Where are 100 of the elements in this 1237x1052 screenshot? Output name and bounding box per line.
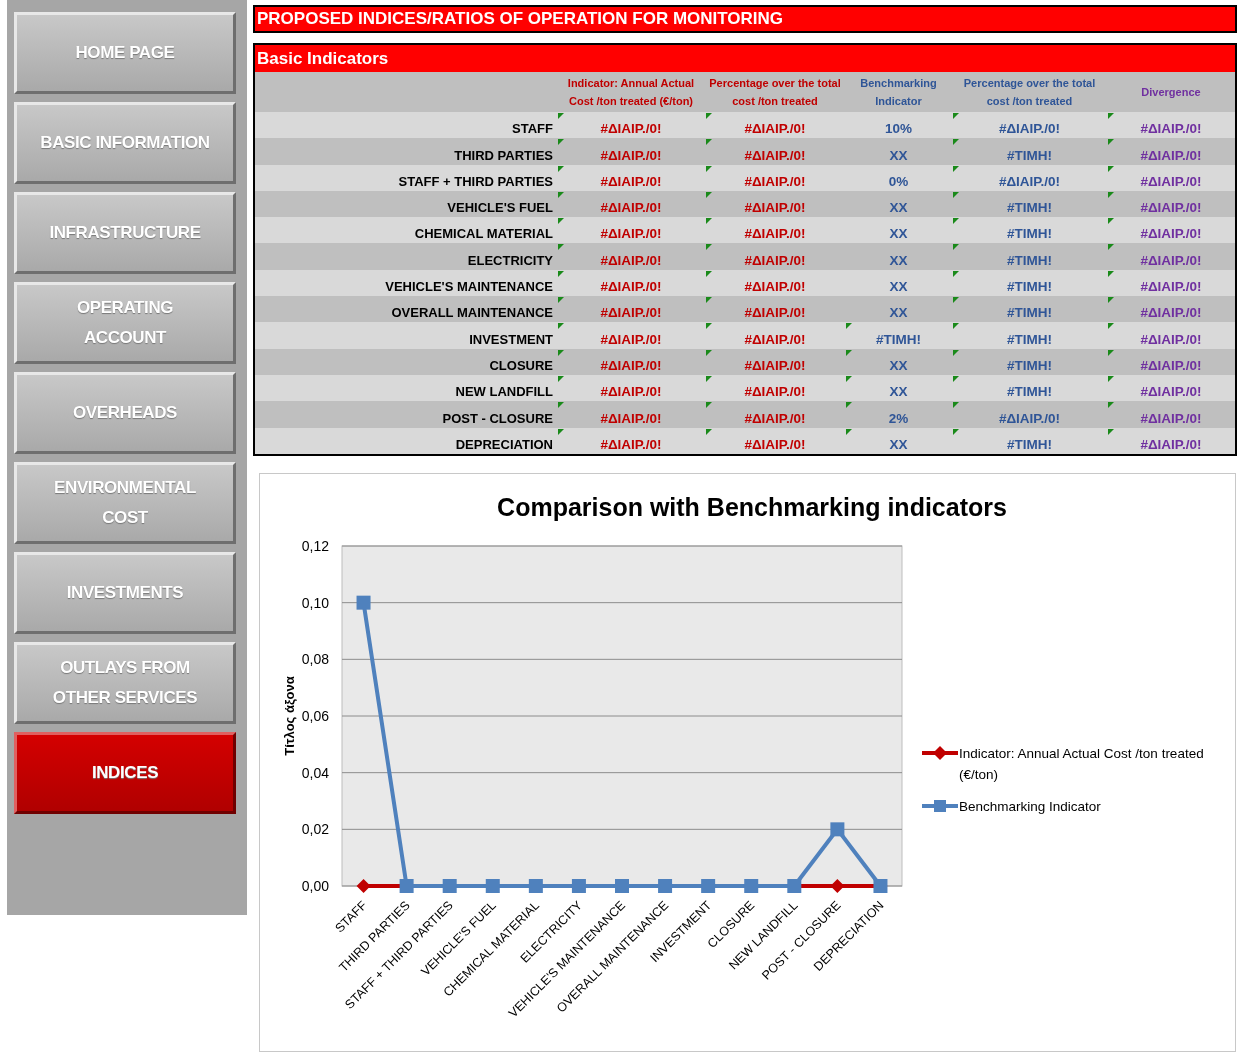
table-cell: #ΔΙΑΙΡ./0! [744, 384, 806, 400]
sheet-title: PROPOSED INDICES/RATIOS OF OPERATION FOR MONITORING [253, 5, 1237, 33]
table-cell: #ΔΙΑΙΡ./0! [600, 226, 662, 242]
y-tick-label: 0,06 [301, 707, 329, 724]
table-cell: #ΔΙΑΙΡ./0! [600, 121, 662, 137]
nav-button[interactable]: INFRASTRUCTURE [14, 192, 236, 274]
table-cell: #ΔΙΑΙΡ./0! [744, 357, 806, 373]
y-tick-label: 0,12 [301, 537, 329, 554]
table-cell: #ΔΙΑΙΡ./0! [744, 121, 806, 137]
row-label: NEW LANDFILL [455, 384, 553, 402]
table-cell: #ΔΙΑΙΡ./0! [1140, 173, 1202, 189]
table-cell: #ΔΙΑΙΡ./0! [1140, 305, 1202, 321]
table-cell: #TIMH! [1007, 357, 1052, 373]
table-cell: #ΔΙΑΙΡ./0! [600, 384, 662, 400]
nav-button[interactable]: OUTLAYS FROM OTHER SERVICES [14, 642, 236, 724]
nav-button[interactable]: HOME PAGE [14, 12, 236, 94]
nav-button[interactable]: ENVIRONMENTAL COST [14, 462, 236, 544]
row-label: CHEMICAL MATERIAL [414, 226, 553, 244]
column-header: Divergence [1140, 85, 1202, 100]
table-cell: 10% [885, 121, 912, 137]
table-cell: #TIMH! [1007, 436, 1052, 452]
y-axis-title: Τίτλος άξονα [282, 676, 297, 756]
y-tick-label: 0,04 [301, 764, 329, 781]
y-tick-label: 0,00 [301, 877, 329, 894]
nav-button[interactable]: OPERATING ACCOUNT [14, 282, 236, 364]
table-cell: XX [889, 436, 908, 452]
table-cell: #ΔΙΑΙΡ./0! [600, 305, 662, 321]
legend-label: Benchmarking Indicator [959, 797, 1102, 816]
table-cell: #ΔΙΑΙΡ./0! [600, 436, 662, 452]
row-label: VEHICLE'S FUEL [447, 200, 553, 218]
legend-label: Indicator: Annual Actual Cost /ton treated (€/ton) [959, 744, 1205, 784]
y-tick-label: 0,10 [301, 594, 329, 611]
row-label: VEHICLE'S MAINTENANCE [385, 279, 553, 297]
nav-button[interactable]: BASIC INFORMATION [14, 102, 236, 184]
row-label: INVESTMENT [469, 331, 553, 349]
table-cell: XX [889, 252, 908, 268]
table-cell: #ΔΙΑΙΡ./0! [744, 279, 806, 295]
table-cell: #ΔΙΑΙΡ./0! [1140, 121, 1202, 137]
table-cell: #ΔΙΑΙΡ./0! [600, 357, 662, 373]
column-header: Percentage over the total cost /ton treated [962, 76, 1097, 109]
column-header: Indicator: Annual Actual Cost /ton treated (€/ton) [566, 76, 696, 109]
table-cell: #ΔΙΑΙΡ./0! [1140, 436, 1202, 452]
table-cell: #ΔΙΑΙΡ./0! [1140, 226, 1202, 242]
table-cell: #ΔΙΑΙΡ./0! [744, 252, 806, 268]
y-tick-label: 0,02 [301, 821, 329, 838]
table-cell: XX [889, 147, 908, 163]
table-cell: #ΔΙΑΙΡ./0! [1140, 200, 1202, 216]
table-cell: #TIMH! [876, 331, 921, 347]
table-cell: #ΔΙΑΙΡ./0! [600, 200, 662, 216]
table-cell: #ΔΙΑΙΡ./0! [744, 436, 806, 452]
table-cell: XX [889, 226, 908, 242]
table-cell: #ΔΙΑΙΡ./0! [1140, 410, 1202, 426]
table-cell: #TIMH! [1007, 252, 1052, 268]
table-cell: #ΔΙΑΙΡ./0! [600, 173, 662, 189]
table-cell: #ΔΙΑΙΡ./0! [600, 410, 662, 426]
table-cell: 0% [888, 173, 909, 189]
chart-title: Comparison with Benchmarking indicators [497, 492, 1007, 521]
table-cell: #ΔΙΑΙΡ./0! [744, 226, 806, 242]
nav-button[interactable]: INDICES [14, 732, 236, 814]
table-cell: #ΔΙΑΙΡ./0! [600, 252, 662, 268]
table-cell: #ΔΙΑΙΡ./0! [744, 147, 806, 163]
table-cell: #ΔΙΑΙΡ./0! [744, 331, 806, 347]
row-label: STAFF + THIRD PARTIES [398, 173, 553, 191]
row-label: CLOSURE [489, 357, 553, 375]
table-cell: #TIMH! [1007, 200, 1052, 216]
row-label: THIRD PARTIES [454, 147, 553, 165]
column-header: Percentage over the total cost /ton treated [708, 76, 842, 109]
table-cell: #ΔΙΑΙΡ./0! [998, 121, 1061, 137]
table-cell: #ΔΙΑΙΡ./0! [998, 173, 1061, 189]
table-cell: #ΔΙΑΙΡ./0! [1140, 252, 1202, 268]
table-cell: XX [889, 279, 908, 295]
table-cell: #ΔΙΑΙΡ./0! [1140, 147, 1202, 163]
table-cell: #ΔΙΑΙΡ./0! [1140, 357, 1202, 373]
table-cell: #ΔΙΑΙΡ./0! [998, 410, 1061, 426]
table-cell: XX [889, 357, 908, 373]
nav-button[interactable]: INVESTMENTS [14, 552, 236, 634]
row-label: ELECTRICITY [467, 252, 553, 270]
table-cell: #ΔΙΑΙΡ./0! [744, 173, 806, 189]
table-cell: #TIMH! [1007, 226, 1052, 242]
table-cell: 2% [888, 410, 909, 426]
table-cell: #TIMH! [1007, 331, 1052, 347]
table-cell: #ΔΙΑΙΡ./0! [600, 279, 662, 295]
table-cell: #TIMH! [1007, 305, 1052, 321]
nav-button[interactable]: OVERHEADS [14, 372, 236, 454]
table-cell: #TIMH! [1007, 147, 1052, 163]
data-point [356, 878, 371, 893]
table-cell: XX [889, 200, 908, 216]
table-cell: #ΔΙΑΙΡ./0! [600, 331, 662, 347]
row-label: STAFF [512, 121, 553, 139]
table-cell: #ΔΙΑΙΡ./0! [1140, 279, 1202, 295]
row-label: POST - CLOSURE [442, 410, 553, 428]
y-tick-label: 0,08 [301, 651, 329, 668]
table-title: Basic Indicators [255, 43, 1235, 72]
table-cell: #ΔΙΑΙΡ./0! [1140, 331, 1202, 347]
column-header: Benchmarking Indicator [859, 76, 938, 109]
table-cell: XX [889, 384, 908, 400]
table-cell: #TIMH! [1007, 279, 1052, 295]
data-point [830, 878, 845, 893]
table-cell: #TIMH! [1007, 384, 1052, 400]
row-label: DEPRECIATION [455, 436, 553, 454]
